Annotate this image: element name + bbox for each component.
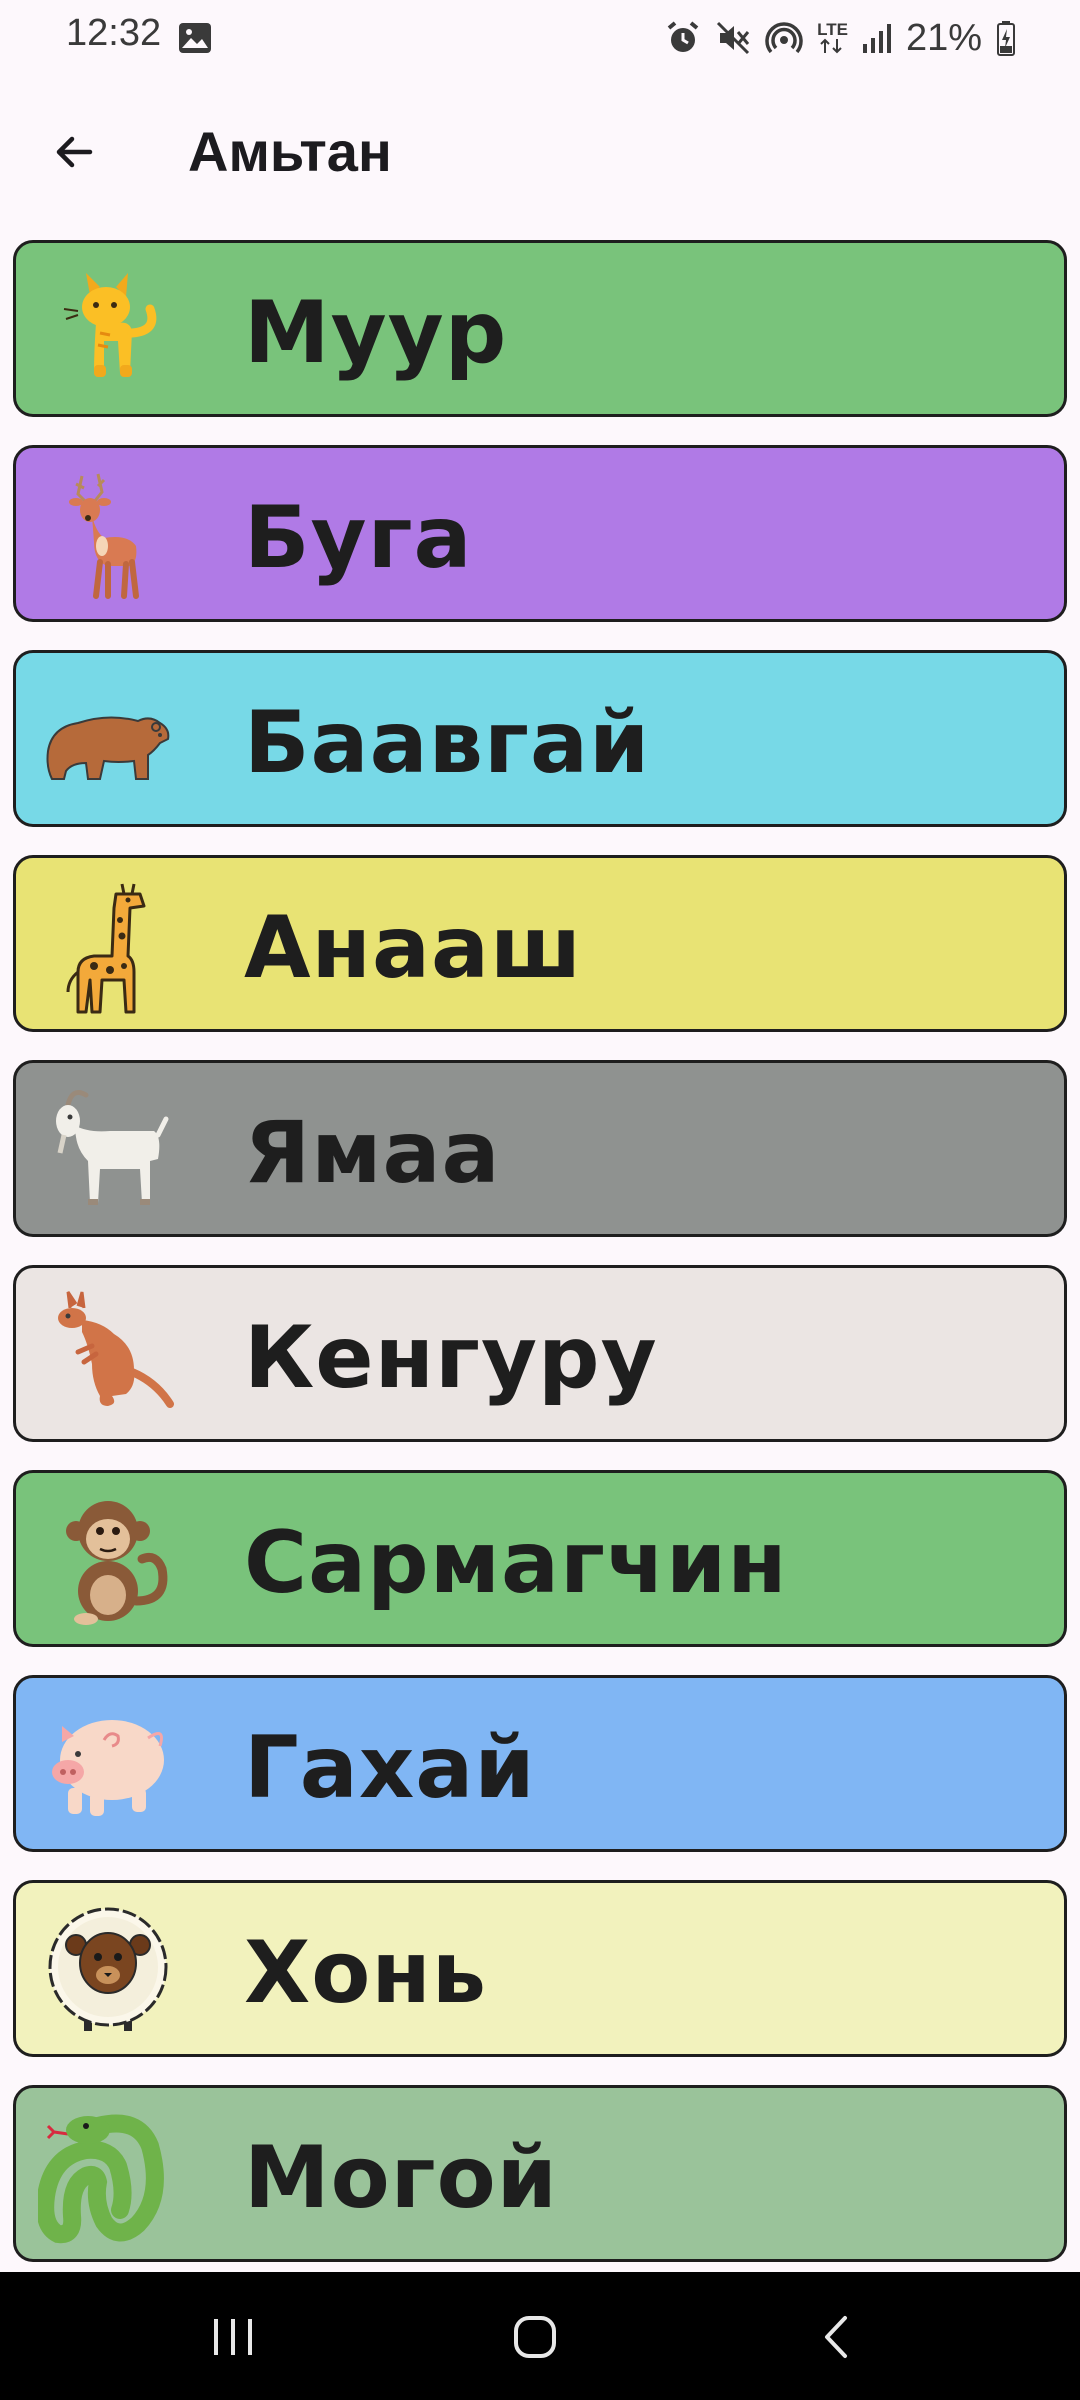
data-arrows-icon xyxy=(820,38,842,54)
signal-icon xyxy=(862,24,891,53)
animal-card-goat[interactable]: Ямаа xyxy=(13,1060,1067,1237)
animal-name: Могой xyxy=(244,2128,558,2228)
home-icon xyxy=(514,2316,556,2358)
alarm-icon xyxy=(667,21,699,52)
animal-name: Баавгай xyxy=(244,693,651,793)
status-time: 12:32 xyxy=(66,12,162,54)
lte-label: LTE xyxy=(817,20,848,39)
back-icon xyxy=(825,2316,847,2358)
animal-card-giraffe[interactable]: Анааш xyxy=(13,855,1067,1032)
animal-name: Ямаа xyxy=(244,1103,501,1203)
animal-card-bear[interactable]: Баавгай xyxy=(13,650,1067,827)
recents-icon xyxy=(214,2319,252,2355)
lte-indicator: LTE xyxy=(817,20,848,54)
cat-icon xyxy=(63,273,157,377)
deer-icon xyxy=(69,473,139,599)
animal-card-pig[interactable]: Гахай xyxy=(13,1675,1067,1852)
giraffe-icon xyxy=(66,883,146,1014)
nav-back-button[interactable] xyxy=(782,2302,892,2372)
animal-name: Кенгуру xyxy=(244,1308,658,1408)
animal-name: Гахай xyxy=(244,1718,536,1818)
app-bar: Амьтан xyxy=(0,96,1080,212)
arrow-back-icon xyxy=(56,136,93,168)
animal-card-monkey[interactable]: Сармагчин xyxy=(13,1470,1067,1647)
pig-icon xyxy=(52,1720,164,1816)
kangaroo-icon xyxy=(58,1291,174,1408)
animal-card-sheep[interactable]: Хонь xyxy=(13,1880,1067,2057)
animal-card-snake[interactable]: Могой xyxy=(13,2085,1067,2262)
animal-name: Муур xyxy=(244,283,508,383)
home-button[interactable] xyxy=(480,2302,590,2372)
hotspot-icon xyxy=(765,22,803,54)
animal-card-deer[interactable]: Буга xyxy=(13,445,1067,622)
bear-icon xyxy=(46,716,170,780)
animal-card-kangaroo[interactable]: Кенгуру xyxy=(13,1265,1067,1442)
animal-name: Сармагчин xyxy=(244,1513,788,1613)
animal-name: Буга xyxy=(244,488,473,588)
image-notification-icon xyxy=(179,23,211,53)
battery-charging-icon xyxy=(997,21,1015,56)
system-nav-bar xyxy=(0,2272,1080,2400)
mute-icon xyxy=(717,21,750,55)
status-bar: 12:32 LTE 21% xyxy=(0,0,1080,76)
page-title: Амьтан xyxy=(188,120,392,183)
battery-percent: 21% xyxy=(905,16,982,59)
animal-name: Анааш xyxy=(244,898,583,998)
sheep-icon xyxy=(48,1907,168,2031)
animal-name: Хонь xyxy=(244,1923,488,2023)
status-icons: LTE 21% xyxy=(665,14,1016,62)
goat-icon xyxy=(56,1090,169,1205)
monkey-icon xyxy=(66,1501,168,1625)
snake-icon xyxy=(38,2114,164,2244)
back-button[interactable] xyxy=(36,114,112,190)
recents-button[interactable] xyxy=(178,2302,288,2372)
animal-card-cat[interactable]: Муур xyxy=(13,240,1067,417)
